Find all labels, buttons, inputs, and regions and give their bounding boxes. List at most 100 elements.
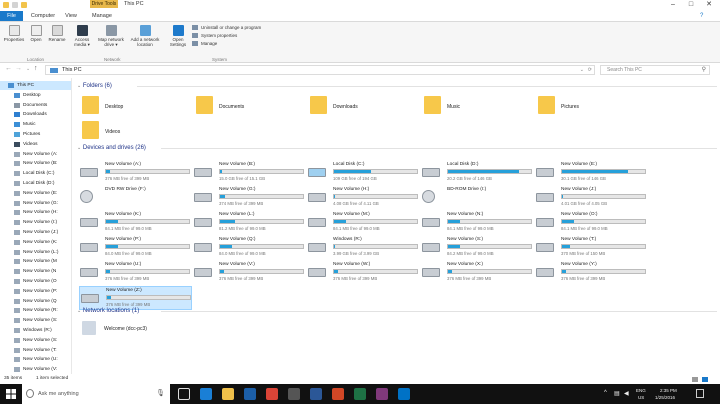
- tray-chevron-icon[interactable]: ^: [604, 390, 607, 396]
- folder-item[interactable]: Videos: [82, 121, 192, 145]
- drive-item[interactable]: Windows (R:) 3.99 GB free of 3.99 GB: [307, 236, 420, 260]
- nav-item[interactable]: New Volume (V:: [0, 365, 71, 374]
- nav-item[interactable]: New Volume (H:: [0, 208, 71, 217]
- nav-item[interactable]: New Volume (U:: [0, 355, 71, 364]
- add-network-location-button[interactable]: Add a network location: [130, 25, 160, 47]
- nav-item[interactable]: Downloads: [0, 110, 71, 119]
- nav-item[interactable]: New Volume (R:: [0, 306, 71, 315]
- nav-item[interactable]: Local Disk (D:): [0, 179, 71, 188]
- drive-item[interactable]: New Volume (A:) 376 MB free of 399 MB: [79, 161, 192, 185]
- refresh-icon[interactable]: ⟳: [588, 66, 592, 74]
- powerpoint-icon[interactable]: [332, 388, 344, 400]
- nav-item[interactable]: New Volume (S:: [0, 316, 71, 325]
- drive-item[interactable]: Local Disk (D:) 20.2 GB free of 146 GB: [421, 161, 534, 185]
- start-button[interactable]: [0, 384, 22, 404]
- nav-item[interactable]: New Volume (Q: [0, 297, 71, 306]
- nav-item[interactable]: New Volume (P:: [0, 287, 71, 296]
- new-folder-icon[interactable]: [21, 2, 27, 8]
- drive-item[interactable]: New Volume (J:) 4.01 GB free of 4.05 GB: [535, 186, 648, 210]
- drive-item[interactable]: New Volume (E:) 30.1 GB free of 146 GB: [535, 161, 648, 185]
- properties-button[interactable]: Properties: [3, 25, 25, 42]
- drive-item[interactable]: New Volume (B:) 15.0 GB free of 15.1 GB: [193, 161, 306, 185]
- file-explorer-icon[interactable]: [222, 388, 234, 400]
- manage-button[interactable]: Manage: [192, 40, 217, 47]
- system-properties-button[interactable]: System properties: [192, 32, 237, 39]
- nav-item[interactable]: New Volume (T:: [0, 346, 71, 355]
- tab-computer[interactable]: Computer: [27, 11, 59, 21]
- drives-section-header[interactable]: ⌄ Devices and drives (26): [77, 145, 717, 151]
- nav-item[interactable]: New Volume (M: [0, 257, 71, 266]
- task-view-icon[interactable]: [178, 388, 190, 400]
- address-field[interactable]: This PC ⌄ ⟳: [45, 65, 595, 75]
- drive-item[interactable]: New Volume (G:) 374 MB free of 399 MB: [193, 186, 306, 210]
- nav-item-this-pc[interactable]: This PC: [0, 81, 71, 90]
- details-view-icon[interactable]: [692, 377, 698, 382]
- open-settings-button[interactable]: Open Settings: [166, 25, 190, 47]
- uninstall-program-button[interactable]: Uninstall or change a program: [192, 24, 261, 31]
- network-icon[interactable]: ▤: [614, 390, 620, 397]
- nav-item[interactable]: New Volume (I:): [0, 218, 71, 227]
- edge-icon[interactable]: [200, 388, 212, 400]
- drive-item[interactable]: New Volume (K:) 84.1 MB free of 99.0 MB: [79, 211, 192, 235]
- folder-icon[interactable]: [3, 2, 9, 8]
- clock-time[interactable]: 2:35 PM: [660, 388, 677, 393]
- drive-item[interactable]: New Volume (S:) 84.2 MB free of 99.0 MB: [421, 236, 534, 260]
- minimize-button[interactable]: –: [664, 0, 682, 10]
- search-input[interactable]: Search This PC ⚲: [600, 65, 710, 75]
- drive-item[interactable]: New Volume (P:) 84.0 MB free of 99.0 MB: [79, 236, 192, 260]
- nav-item[interactable]: Pictures: [0, 130, 71, 139]
- word-icon[interactable]: [310, 388, 322, 400]
- help-icon[interactable]: ?: [700, 13, 703, 19]
- nav-item[interactable]: New Volume (B:: [0, 159, 71, 168]
- drive-item[interactable]: BD-ROM Drive (I:): [421, 186, 534, 210]
- drive-item[interactable]: New Volume (N:) 84.1 MB free of 99.0 MB: [421, 211, 534, 235]
- drive-item[interactable]: New Volume (Z:) 376 MB free of 399 MB: [79, 286, 192, 310]
- folder-item[interactable]: Downloads: [310, 96, 420, 120]
- drive-item[interactable]: New Volume (X:) 376 MB free of 399 MB: [421, 261, 534, 285]
- drive-item[interactable]: New Volume (L:) 81.2 MB free of 99.0 MB: [193, 211, 306, 235]
- nav-item[interactable]: Documents: [0, 101, 71, 110]
- network-location-item[interactable]: Welcome (dcc-pc3): [82, 321, 192, 345]
- dropdown-chevron-icon[interactable]: ⌄: [580, 66, 584, 74]
- folder-item[interactable]: Desktop: [82, 96, 192, 120]
- nav-item[interactable]: New Volume (J:): [0, 228, 71, 237]
- drive-item[interactable]: New Volume (V:) 376 MB free of 399 MB: [193, 261, 306, 285]
- drive-item[interactable]: New Volume (W:) 376 MB free of 399 MB: [307, 261, 420, 285]
- drive-item[interactable]: Local Disk (C:) 109 GB free of 194 GB: [307, 161, 420, 185]
- nav-item[interactable]: New Volume (K:: [0, 238, 71, 247]
- properties-icon[interactable]: [12, 2, 18, 8]
- clock-date[interactable]: 1/25/2016: [655, 395, 675, 400]
- folder-item[interactable]: Pictures: [538, 96, 648, 120]
- region-code[interactable]: US: [638, 395, 644, 400]
- drive-item[interactable]: New Volume (O:) 84.1 MB free of 99.0 MB: [535, 211, 648, 235]
- tab-file[interactable]: File: [0, 11, 23, 21]
- nav-item[interactable]: Desktop: [0, 91, 71, 100]
- nav-item[interactable]: Local Disk (C:): [0, 169, 71, 178]
- close-button[interactable]: ✕: [700, 0, 718, 10]
- nav-item[interactable]: Videos: [0, 140, 71, 149]
- folder-item[interactable]: Music: [424, 96, 534, 120]
- nav-item[interactable]: New Volume (A:: [0, 150, 71, 159]
- volume-icon[interactable]: ◀: [624, 390, 629, 397]
- nav-item[interactable]: New Volume (S:: [0, 336, 71, 345]
- tab-view[interactable]: View: [60, 11, 82, 21]
- open-button[interactable]: Open: [28, 25, 44, 42]
- drive-item[interactable]: New Volume (T:) 370 MB free of 150 MB: [535, 236, 648, 260]
- drive-item[interactable]: New Volume (M:) 84.1 MB free of 99.0 MB: [307, 211, 420, 235]
- drive-item[interactable]: New Volume (Y:) 376 MB free of 399 MB: [535, 261, 648, 285]
- rename-button[interactable]: Rename: [47, 25, 67, 42]
- nav-item[interactable]: Music: [0, 120, 71, 129]
- taskbar-search-input[interactable]: Ask me anything 🎙: [22, 384, 170, 404]
- map-network-drive-button[interactable]: Map network drive ▾: [96, 25, 126, 47]
- access-media-button[interactable]: Access media ▾: [72, 25, 92, 47]
- up-arrow-icon[interactable]: ↑: [34, 65, 38, 72]
- nav-item[interactable]: New Volume (E:: [0, 189, 71, 198]
- drive-item[interactable]: New Volume (Q:) 84.0 MB free of 99.0 MB: [193, 236, 306, 260]
- back-arrow-icon[interactable]: ←: [5, 65, 12, 72]
- nav-item[interactable]: New Volume (N: [0, 267, 71, 276]
- action-center-icon[interactable]: [696, 389, 704, 398]
- drive-item[interactable]: New Volume (H:) 4.08 GB free of 4.11 GB: [307, 186, 420, 210]
- folders-section-header[interactable]: ⌄ Folders (6): [77, 83, 717, 89]
- tiles-view-icon[interactable]: [702, 377, 708, 382]
- nav-item[interactable]: Windows (R:): [0, 326, 71, 335]
